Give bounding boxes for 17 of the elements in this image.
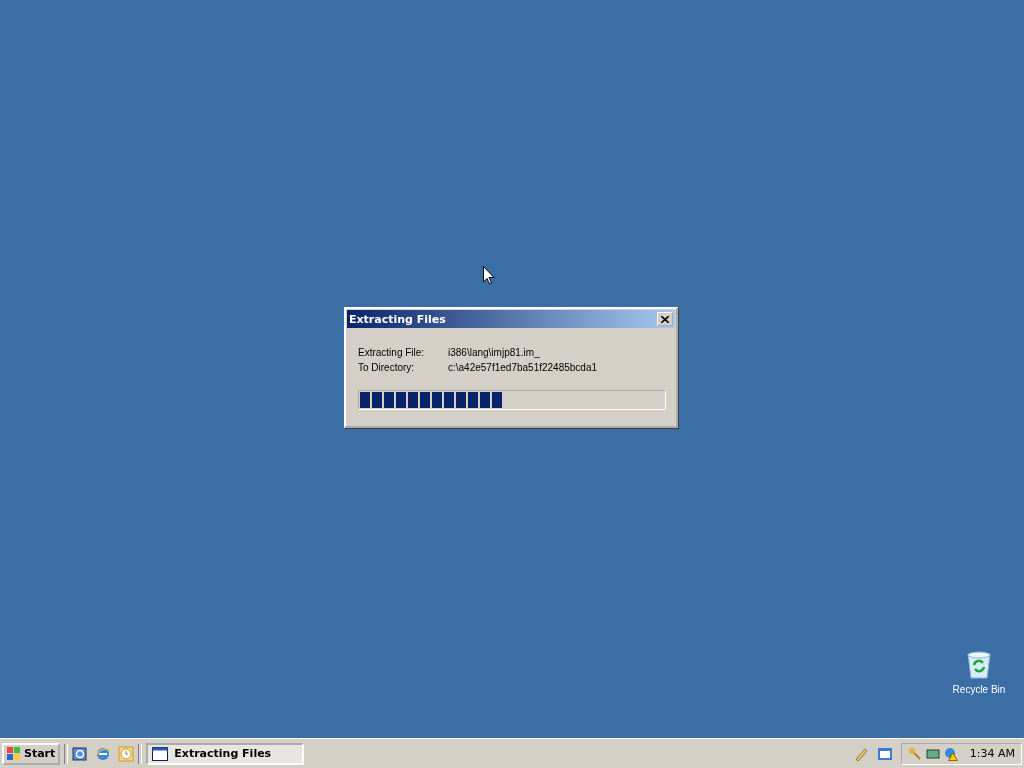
field-value: c:\a42e57f1ed7ba51f22485bcda1: [448, 362, 599, 373]
window-icon: [152, 746, 169, 761]
close-icon: [661, 315, 669, 323]
recycle-bin-icon[interactable]: [964, 650, 994, 680]
warning-globe-icon[interactable]: [943, 746, 958, 761]
browser-icon[interactable]: [95, 745, 112, 762]
clock-icon[interactable]: [118, 745, 135, 762]
field-label: To Directory:: [358, 362, 416, 373]
close-button[interactable]: [657, 312, 673, 326]
start-button[interactable]: Start: [2, 742, 61, 765]
taskbar-button[interactable]: Extracting Files: [146, 742, 305, 765]
field-value: i386\lang\imjp81.im_: [448, 347, 541, 358]
mouse-pointer-icon: [483, 266, 495, 285]
desktop-icon-label[interactable]: Recycle Bin: [952, 684, 1006, 695]
window-title: Extracting Files: [349, 312, 446, 326]
windows-flag-icon: [7, 747, 21, 760]
field-label: Extracting File:: [358, 347, 426, 358]
